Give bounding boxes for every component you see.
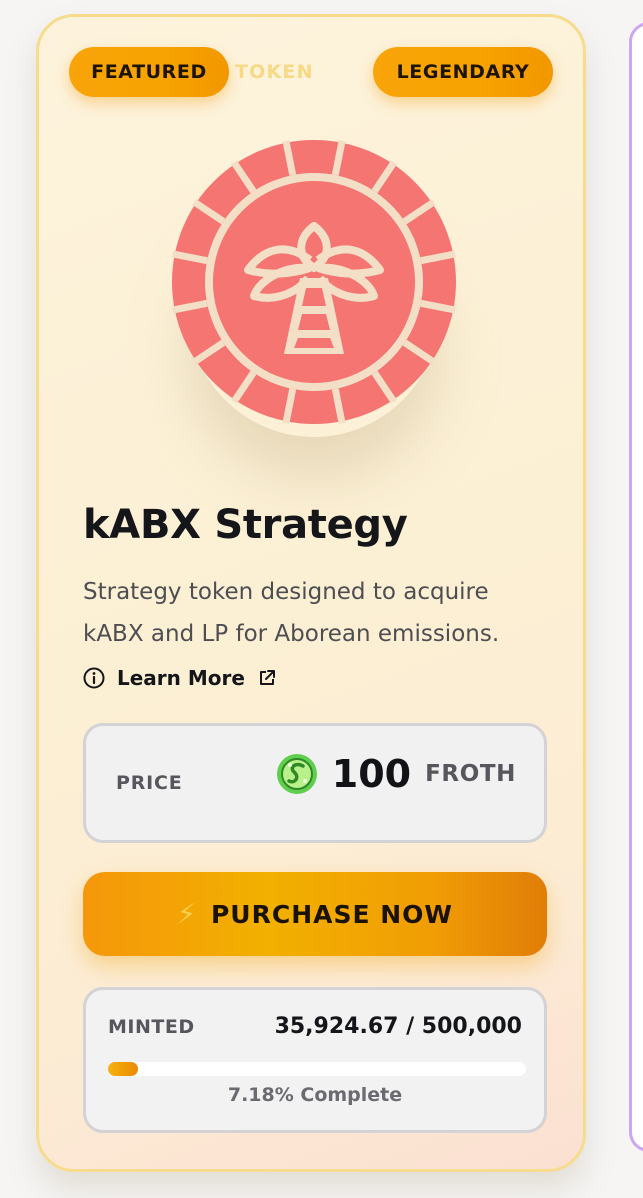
featured-badge: FEATURED bbox=[69, 47, 229, 97]
token-tag: TOKEN bbox=[235, 61, 314, 83]
legendary-badge: LEGENDARY bbox=[373, 47, 553, 97]
learn-more-link[interactable]: Learn More bbox=[83, 666, 277, 690]
mint-progress-fill bbox=[108, 1062, 138, 1076]
mint-progress-text: 7.18% Complete bbox=[227, 1084, 403, 1106]
next-card bbox=[629, 22, 643, 1152]
price-panel: PRICE 100 FROTH bbox=[83, 723, 547, 843]
price-currency: FROTH bbox=[425, 761, 516, 787]
learn-more-label[interactable]: Learn More bbox=[117, 666, 245, 690]
purchase-label: PURCHASE NOW bbox=[210, 899, 453, 929]
price-value: 100 bbox=[331, 752, 412, 796]
palm-tree-coin-icon bbox=[172, 140, 456, 424]
token-logo bbox=[149, 117, 479, 447]
token-title: kABX Strategy bbox=[83, 502, 408, 548]
minted-panel: MINTED 35,924.67 / 500,000 7.18% Complet… bbox=[83, 987, 547, 1133]
purchase-now-button[interactable]: ⚡ PURCHASE NOW bbox=[83, 872, 547, 956]
mint-progress-bar bbox=[108, 1062, 526, 1076]
froth-coin-icon bbox=[276, 754, 317, 794]
info-icon bbox=[83, 667, 105, 689]
price-label: PRICE bbox=[116, 772, 183, 794]
token-description: Strategy token designed to acquire kABX … bbox=[83, 579, 500, 647]
lightning-icon: ⚡ bbox=[177, 898, 197, 930]
minted-value: 35,924.67 / 500,000 bbox=[274, 1014, 522, 1039]
external-link-icon bbox=[259, 670, 275, 685]
minted-label: MINTED bbox=[108, 1016, 195, 1038]
token-card: FEATURED TOKEN LEGENDARY kABX Strategy S… bbox=[36, 14, 586, 1172]
